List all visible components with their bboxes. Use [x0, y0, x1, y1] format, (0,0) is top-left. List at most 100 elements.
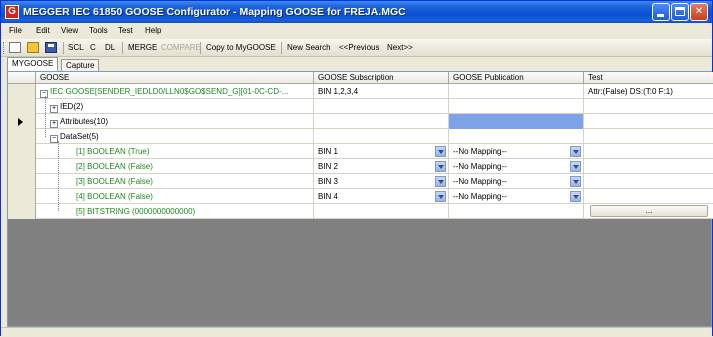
test-ellipsis-button[interactable]: ...: [590, 205, 708, 217]
column-header-goose[interactable]: GOOSE: [36, 72, 314, 84]
test-cell[interactable]: [584, 114, 713, 129]
next-button[interactable]: Next>>: [387, 43, 413, 52]
chevron-down-icon[interactable]: [435, 146, 446, 157]
open-folder-icon[interactable]: [27, 42, 39, 53]
publication-cell[interactable]: [449, 99, 584, 114]
subscription-cell[interactable]: BIN 1,2,3,4: [314, 84, 449, 99]
publication-cell[interactable]: [449, 129, 584, 144]
publication-dropdown[interactable]: --No Mapping--: [449, 189, 584, 204]
goose-cell: − DataSet(5): [36, 129, 314, 144]
maximize-button[interactable]: [671, 3, 689, 21]
test-cell[interactable]: [584, 159, 713, 174]
tab-mygoose[interactable]: MYGOOSE: [7, 57, 59, 71]
chevron-down-icon[interactable]: [435, 176, 446, 187]
subscription-dropdown[interactable]: BIN 2: [314, 159, 449, 174]
subscription-dropdown[interactable]: BIN 4: [314, 189, 449, 204]
dl-button[interactable]: DL: [105, 43, 115, 52]
menu-test[interactable]: Test: [118, 26, 133, 35]
goose-name: [2] BOOLEAN (False): [76, 162, 153, 171]
row-header[interactable]: [8, 204, 36, 219]
publication-cell[interactable]: [449, 204, 584, 219]
chevron-down-icon[interactable]: [570, 191, 581, 202]
compare-button[interactable]: COMPARE: [161, 43, 201, 52]
table-row[interactable]: + IED(2): [8, 99, 713, 114]
row-header[interactable]: [8, 174, 36, 189]
row-header[interactable]: [8, 159, 36, 174]
publication-dropdown[interactable]: --No Mapping--: [449, 174, 584, 189]
goose-cell: [5] BITSTRING (0000000000000): [36, 204, 314, 219]
previous-button[interactable]: <<Previous: [339, 43, 379, 52]
chevron-down-icon[interactable]: [570, 146, 581, 157]
table-row[interactable]: [1] BOOLEAN (True) BIN 1 --No Mapping--: [8, 144, 713, 159]
publication-dropdown[interactable]: --No Mapping--: [449, 159, 584, 174]
new-file-icon[interactable]: [9, 42, 21, 53]
table-row[interactable]: [3] BOOLEAN (False) BIN 3 --No Mapping--: [8, 174, 713, 189]
expand-icon[interactable]: +: [50, 105, 58, 113]
table-row[interactable]: [5] BITSTRING (0000000000000) ...: [8, 204, 713, 219]
collapse-icon[interactable]: −: [50, 135, 58, 143]
tree-connector: [45, 96, 46, 137]
menu-edit[interactable]: Edit: [36, 26, 50, 35]
save-icon[interactable]: [45, 42, 57, 53]
menu-tools[interactable]: Tools: [89, 26, 108, 35]
app-window: G MEGGER IEC 61850 GOOSE Configurator - …: [0, 0, 713, 337]
publication-dropdown[interactable]: --No Mapping--: [449, 144, 584, 159]
test-cell[interactable]: [584, 99, 713, 114]
close-icon: ✕: [694, 6, 704, 17]
goose-name: Attributes(10): [60, 117, 109, 126]
subscription-cell[interactable]: [314, 129, 449, 144]
row-header[interactable]: [8, 114, 36, 129]
table-row[interactable]: [2] BOOLEAN (False) BIN 2 --No Mapping--: [8, 159, 713, 174]
test-cell[interactable]: [584, 129, 713, 144]
tree-connector: [58, 141, 59, 211]
merge-button[interactable]: MERGE: [128, 43, 157, 52]
menu-file[interactable]: File: [9, 26, 22, 35]
goose-name: IEC GOOSE[SENDER_IEDLD0/LLN0$GO$SEND_G][…: [50, 87, 289, 96]
test-cell[interactable]: [584, 189, 713, 204]
column-header-subscription[interactable]: GOOSE Subscription: [314, 72, 449, 84]
row-header[interactable]: [8, 144, 36, 159]
subscription-cell[interactable]: [314, 204, 449, 219]
minimize-button[interactable]: [652, 3, 670, 21]
collapse-icon[interactable]: −: [40, 90, 48, 98]
column-header-test[interactable]: Test: [584, 72, 713, 84]
subscription-cell[interactable]: [314, 99, 449, 114]
table-row[interactable]: [4] BOOLEAN (False) BIN 4 --No Mapping--: [8, 189, 713, 204]
row-header[interactable]: [8, 189, 36, 204]
goose-name: [3] BOOLEAN (False): [76, 177, 153, 186]
window-title: MEGGER IEC 61850 GOOSE Configurator - Ma…: [23, 6, 406, 18]
menu-bar: File Edit View Tools Test Help: [1, 23, 712, 39]
publication-cell-selected[interactable]: [449, 114, 584, 129]
row-header[interactable]: [8, 84, 36, 99]
table-row[interactable]: − DataSet(5): [8, 129, 713, 144]
test-cell[interactable]: [584, 174, 713, 189]
row-header[interactable]: [8, 99, 36, 114]
test-cell[interactable]: [584, 144, 713, 159]
goose-name: DataSet(5): [60, 132, 99, 141]
copy-to-mygoose-button[interactable]: Copy to MyGOOSE: [206, 43, 276, 52]
subscription-dropdown[interactable]: BIN 3: [314, 174, 449, 189]
menu-view[interactable]: View: [61, 26, 78, 35]
test-cell[interactable]: Attr:(False) DS:(T:0 F:1): [584, 84, 713, 99]
row-header[interactable]: [8, 129, 36, 144]
subscription-dropdown[interactable]: BIN 1: [314, 144, 449, 159]
toolbar-separator: [122, 42, 123, 54]
c-button[interactable]: C: [90, 43, 96, 52]
chevron-down-icon[interactable]: [435, 161, 446, 172]
expand-icon[interactable]: +: [50, 120, 58, 128]
table-row[interactable]: + Attributes(10): [8, 114, 713, 129]
chevron-down-icon[interactable]: [570, 176, 581, 187]
publication-cell[interactable]: [449, 84, 584, 99]
toolbar-grip[interactable]: [3, 42, 5, 54]
chevron-down-icon[interactable]: [570, 161, 581, 172]
chevron-down-icon[interactable]: [435, 191, 446, 202]
table-row[interactable]: − IEC GOOSE[SENDER_IEDLD0/LLN0$GO$SEND_G]…: [8, 84, 713, 99]
new-search-button[interactable]: New Search: [287, 43, 331, 52]
scl-button[interactable]: SCL: [68, 43, 84, 52]
menu-help[interactable]: Help: [145, 26, 161, 35]
title-bar[interactable]: G MEGGER IEC 61850 GOOSE Configurator - …: [1, 1, 712, 23]
close-button[interactable]: ✕: [690, 3, 708, 21]
tab-capture[interactable]: Capture: [61, 59, 100, 71]
subscription-cell[interactable]: [314, 114, 449, 129]
column-header-publication[interactable]: GOOSE Publication: [449, 72, 584, 84]
